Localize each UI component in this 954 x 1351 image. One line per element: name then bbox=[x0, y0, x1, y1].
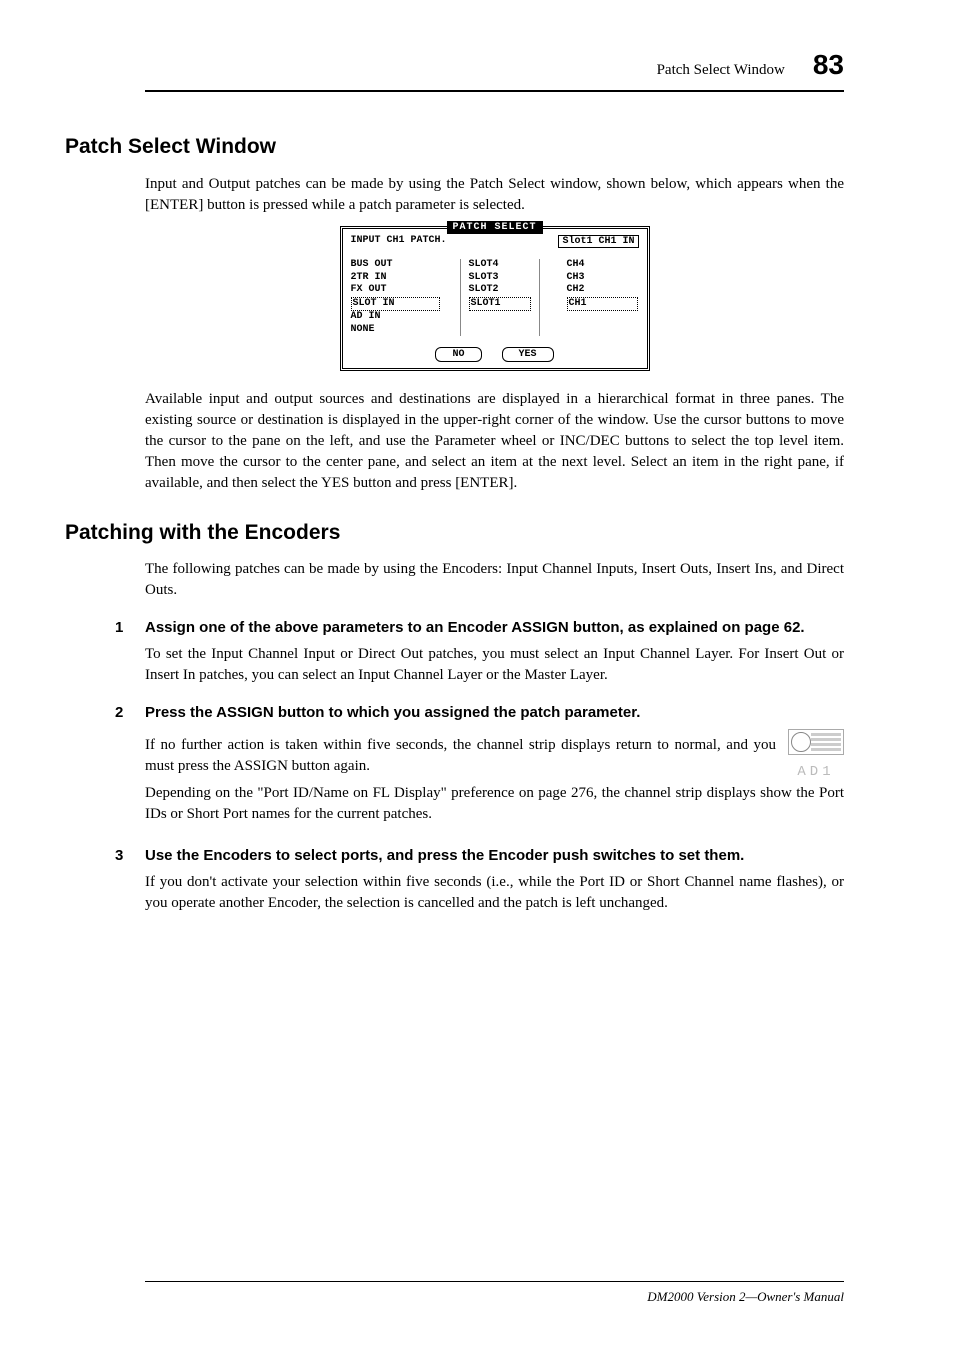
page-footer: DM2000 Version 2—Owner's Manual bbox=[145, 1281, 844, 1306]
step-2-body1: If no further action is taken within fiv… bbox=[145, 735, 844, 777]
step-1: 1 Assign one of the above parameters to … bbox=[115, 617, 844, 638]
step-2-body2: Depending on the "Port ID/Name on FL Dis… bbox=[145, 783, 844, 825]
list-item[interactable]: SLOT4 bbox=[469, 259, 531, 272]
patch-window-title: PATCH SELECT bbox=[446, 221, 542, 235]
encoder-dial-icon bbox=[791, 732, 811, 752]
patch-pane-middle[interactable]: SLOT4 SLOT3 SLOT2 SLOT1 bbox=[460, 259, 540, 336]
patch-buttons-row: NO YES bbox=[343, 344, 647, 368]
patch-panes: BUS OUT 2TR IN FX OUT SLOT IN AD IN NONE… bbox=[343, 251, 647, 344]
no-button[interactable]: NO bbox=[435, 347, 481, 362]
section-heading-patch-select: Patch Select Window bbox=[65, 132, 844, 161]
section1-intro: Input and Output patches can be made by … bbox=[145, 174, 844, 216]
list-item-selected[interactable]: CH1 bbox=[567, 297, 638, 312]
yes-button[interactable]: YES bbox=[502, 347, 554, 362]
fader-bars-icon bbox=[811, 733, 841, 751]
step-2-content: AD1 If no further action is taken within… bbox=[145, 729, 844, 829]
list-item[interactable]: FX OUT bbox=[351, 284, 440, 297]
step-number: 1 bbox=[115, 617, 145, 638]
list-item[interactable]: CH2 bbox=[567, 284, 638, 297]
step-heading: Press the ASSIGN button to which you ass… bbox=[145, 702, 844, 723]
chapter-title: Patch Select Window bbox=[657, 60, 785, 81]
encoder-figure: AD1 bbox=[788, 729, 844, 783]
list-item[interactable]: CH3 bbox=[567, 272, 638, 285]
patch-select-window: PATCH SELECT INPUT CH1 PATCH. Slot1 CH1 … bbox=[340, 226, 650, 372]
section1-para2: Available input and output sources and d… bbox=[145, 389, 844, 494]
encoder-strip-icon bbox=[788, 729, 844, 755]
step-heading: Assign one of the above parameters to an… bbox=[145, 617, 844, 638]
page-header: Patch Select Window 83 bbox=[145, 45, 844, 92]
step-2: 2 Press the ASSIGN button to which you a… bbox=[115, 702, 844, 723]
patch-pane-right[interactable]: CH4 CH3 CH2 CH1 bbox=[559, 259, 639, 336]
list-item-selected[interactable]: SLOT1 bbox=[469, 297, 531, 312]
encoder-display-label: AD1 bbox=[788, 763, 844, 783]
footer-text: DM2000 Version 2—Owner's Manual bbox=[647, 1289, 844, 1304]
list-item-selected[interactable]: SLOT IN bbox=[351, 297, 440, 312]
step-1-body: To set the Input Channel Input or Direct… bbox=[145, 644, 844, 686]
section-heading-encoders: Patching with the Encoders bbox=[65, 518, 844, 547]
list-item[interactable]: BUS OUT bbox=[351, 259, 440, 272]
list-item[interactable]: CH4 bbox=[567, 259, 638, 272]
patch-select-figure: PATCH SELECT INPUT CH1 PATCH. Slot1 CH1 … bbox=[145, 226, 844, 372]
list-item[interactable]: 2TR IN bbox=[351, 272, 440, 285]
current-patch-display: Slot1 CH1 IN bbox=[558, 235, 638, 249]
page-number: 83 bbox=[813, 45, 844, 84]
step-number: 3 bbox=[115, 845, 145, 866]
step-number: 2 bbox=[115, 702, 145, 723]
patch-pane-left[interactable]: BUS OUT 2TR IN FX OUT SLOT IN AD IN NONE bbox=[351, 259, 441, 336]
step-3: 3 Use the Encoders to select ports, and … bbox=[115, 845, 844, 866]
list-item[interactable]: SLOT3 bbox=[469, 272, 531, 285]
list-item[interactable]: NONE bbox=[351, 324, 440, 337]
step-3-body: If you don't activate your selection wit… bbox=[145, 872, 844, 914]
section2-intro: The following patches can be made by usi… bbox=[145, 559, 844, 601]
step-heading: Use the Encoders to select ports, and pr… bbox=[145, 845, 844, 866]
list-item[interactable]: SLOT2 bbox=[469, 284, 531, 297]
list-item[interactable]: AD IN bbox=[351, 311, 440, 324]
patch-window-subtitle: INPUT CH1 PATCH. bbox=[351, 235, 447, 249]
